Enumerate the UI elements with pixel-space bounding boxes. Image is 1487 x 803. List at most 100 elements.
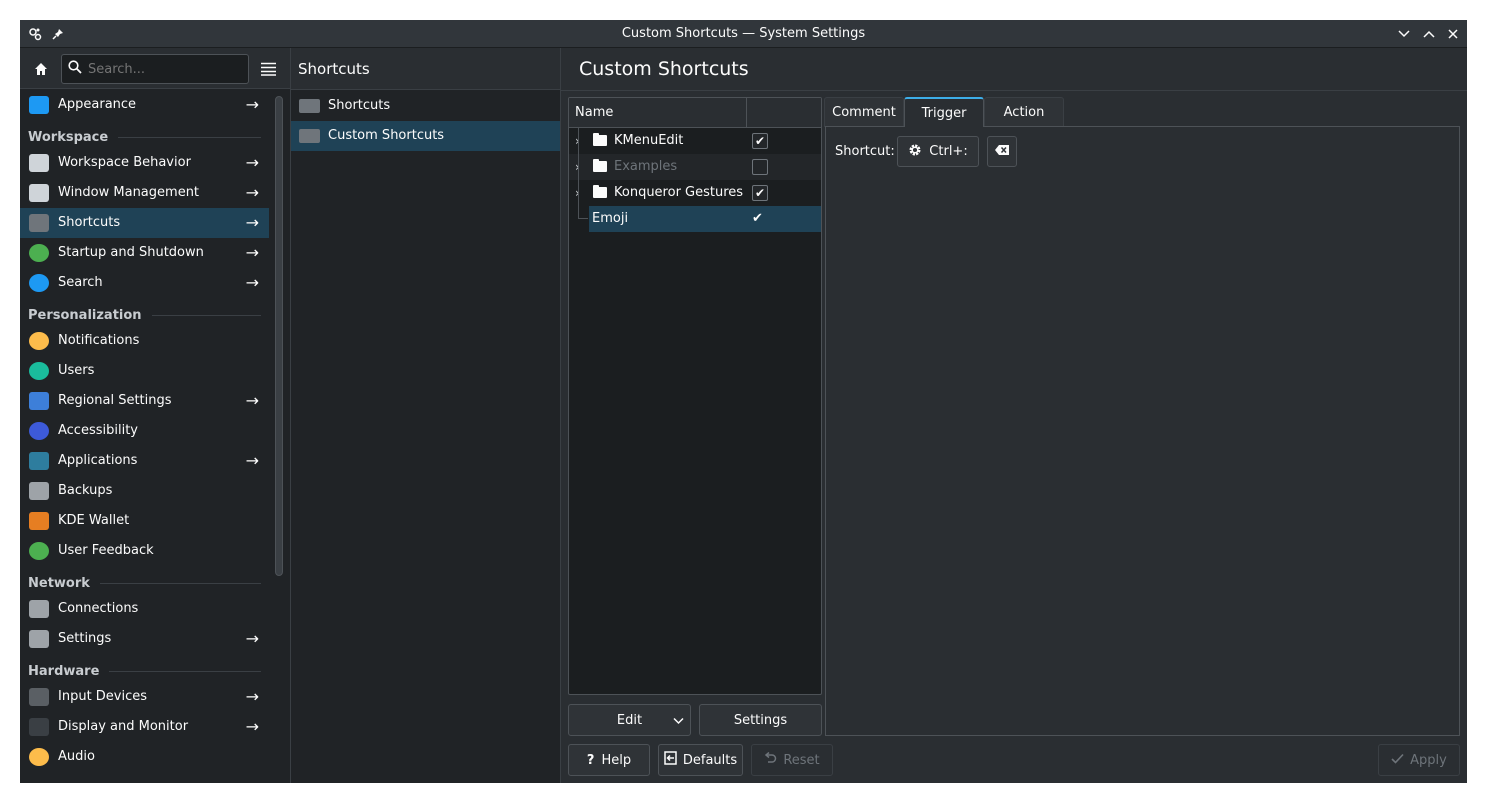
arrow-right-icon: → bbox=[245, 391, 259, 410]
sidebar-item-label: KDE Wallet bbox=[58, 513, 130, 528]
hamburger-menu-icon[interactable] bbox=[258, 59, 278, 79]
gear-icon bbox=[908, 143, 922, 161]
sidebar-item-label: Display and Monitor bbox=[58, 719, 189, 734]
category-divider bbox=[118, 136, 261, 138]
folder-icon bbox=[593, 185, 607, 198]
sidebar-item-label: Startup and Shutdown bbox=[58, 245, 204, 260]
tab-comment[interactable]: Comment bbox=[824, 97, 904, 127]
shortcut-label: Shortcut: bbox=[835, 144, 895, 159]
sidebar-item-appearance[interactable]: Appearance → bbox=[20, 90, 269, 120]
home-icon[interactable] bbox=[31, 59, 51, 79]
sidebar-item-accessibility[interactable]: Accessibility bbox=[20, 416, 269, 446]
sidebar-item-label: Input Devices bbox=[58, 689, 148, 704]
sidebar-item-connections[interactable]: Connections bbox=[20, 594, 269, 624]
category-network: Network bbox=[28, 572, 261, 594]
edit-dropdown-button[interactable]: Edit bbox=[568, 704, 691, 736]
user-icon bbox=[29, 362, 49, 380]
divider bbox=[561, 90, 1467, 91]
arrow-right-icon: → bbox=[245, 451, 259, 470]
sidebar-item-applications[interactable]: Applications → bbox=[20, 446, 269, 476]
search-input[interactable] bbox=[88, 61, 238, 77]
sidebar-item-backups[interactable]: Backups bbox=[20, 476, 269, 506]
window-icon bbox=[29, 184, 49, 202]
sidebar-item-search[interactable]: Search → bbox=[20, 268, 269, 298]
apply-button[interactable]: Apply bbox=[1378, 744, 1460, 776]
settings-button[interactable]: Settings bbox=[699, 704, 822, 736]
language-icon bbox=[29, 392, 49, 410]
sidebar-scrollbar[interactable] bbox=[275, 96, 283, 576]
sidebar-item-notifications[interactable]: Notifications bbox=[20, 326, 269, 356]
feedback-icon bbox=[29, 542, 49, 560]
sidebar-item-label: Window Management bbox=[58, 185, 200, 200]
window-title: Custom Shortcuts — System Settings bbox=[621, 26, 866, 41]
sidebar-item-users[interactable]: Users bbox=[20, 356, 269, 386]
tree-row-examples[interactable]: ›Examples bbox=[569, 154, 821, 180]
undo-icon bbox=[764, 751, 777, 768]
keyboard-icon bbox=[299, 129, 320, 143]
subcategory-item-custom-shortcuts[interactable]: Custom Shortcuts bbox=[291, 121, 561, 151]
shortcut-button[interactable]: Ctrl+: bbox=[897, 136, 979, 167]
rocket-icon bbox=[29, 244, 49, 262]
arrow-right-icon: → bbox=[245, 153, 259, 172]
wallet-icon bbox=[29, 512, 49, 530]
tree-row-konqueror-gestures[interactable]: ›Konqueror Gestures✔ bbox=[569, 180, 821, 206]
tree-row-label: KMenuEdit bbox=[614, 133, 684, 148]
sidebar-item-settings[interactable]: Settings → bbox=[20, 624, 269, 654]
page-title: Custom Shortcuts bbox=[579, 58, 749, 80]
sidebar-item-window-management[interactable]: Window Management → bbox=[20, 178, 269, 208]
tree-row-kmenuedit[interactable]: ›KMenuEdit✔ bbox=[569, 128, 821, 154]
shortcut-value: Ctrl+: bbox=[929, 144, 968, 159]
search-icon bbox=[68, 60, 82, 78]
title-bar[interactable]: Custom Shortcuts — System Settings bbox=[20, 20, 1467, 48]
sidebar-item-kde-wallet[interactable]: KDE Wallet bbox=[20, 506, 269, 536]
sidebar-item-label: Workspace Behavior bbox=[58, 155, 191, 170]
sidebar-item-regional-settings[interactable]: Regional Settings → bbox=[20, 386, 269, 416]
subcategory-item-shortcuts[interactable]: Shortcuts bbox=[291, 91, 561, 121]
reset-button[interactable]: Reset bbox=[751, 744, 833, 776]
sidebar-item-audio[interactable]: Audio bbox=[20, 742, 269, 772]
bell-icon bbox=[29, 332, 49, 350]
tab-action[interactable]: Action bbox=[984, 97, 1064, 127]
help-button[interactable]: ? Help bbox=[568, 744, 650, 776]
defaults-button[interactable]: Defaults bbox=[658, 744, 743, 776]
close-icon[interactable] bbox=[1443, 24, 1463, 44]
sidebar-item-label: Settings bbox=[58, 631, 112, 646]
arrow-right-icon: → bbox=[245, 687, 259, 706]
tree-row-emoji[interactable]: Emoji ✔ bbox=[589, 206, 821, 232]
enabled-checkbox[interactable]: ✔ bbox=[752, 185, 768, 201]
subcategory-item-label: Custom Shortcuts bbox=[328, 128, 445, 143]
sidebar-item-user-feedback[interactable]: User Feedback bbox=[20, 536, 269, 566]
enabled-checkbox[interactable]: ✔ bbox=[752, 133, 768, 149]
tab-trigger[interactable]: Trigger bbox=[904, 97, 984, 127]
sidebar-item-startup-and-shutdown[interactable]: Startup and Shutdown → bbox=[20, 238, 269, 268]
enabled-checkbox[interactable] bbox=[752, 159, 768, 175]
name-column-header[interactable]: Name bbox=[575, 98, 613, 128]
chevron-down-icon bbox=[673, 714, 684, 729]
workspace-icon bbox=[29, 154, 49, 172]
sidebar-item-label: Shortcuts bbox=[58, 215, 121, 230]
search-field[interactable] bbox=[61, 54, 249, 84]
minimize-icon[interactable] bbox=[1394, 24, 1414, 44]
check-icon[interactable]: ✔ bbox=[752, 206, 763, 232]
sidebar-item-input-devices[interactable]: Input Devices → bbox=[20, 682, 269, 712]
appearance-icon bbox=[29, 96, 49, 114]
sidebar-item-shortcuts[interactable]: Shortcuts → bbox=[20, 208, 269, 238]
category-label: Personalization bbox=[28, 307, 142, 323]
help-icon: ? bbox=[586, 752, 595, 768]
check-icon bbox=[1391, 753, 1404, 768]
sidebar-item-display-and-monitor[interactable]: Display and Monitor → bbox=[20, 712, 269, 742]
maximize-icon[interactable] bbox=[1419, 24, 1439, 44]
network-icon bbox=[29, 600, 49, 618]
mouse-icon bbox=[29, 688, 49, 706]
apply-label: Apply bbox=[1410, 752, 1447, 768]
sidebar-item-label: Search bbox=[58, 275, 103, 290]
sidebar-item-label: Regional Settings bbox=[58, 393, 172, 408]
clear-shortcut-button[interactable] bbox=[987, 136, 1017, 167]
arrow-right-icon: → bbox=[245, 213, 259, 232]
network-settings-icon bbox=[29, 630, 49, 648]
main-panel: Custom Shortcuts Name ›KMenuEdit✔›Exampl… bbox=[561, 48, 1467, 783]
keyboard-icon bbox=[299, 99, 320, 113]
defaults-icon bbox=[664, 751, 677, 769]
sidebar-item-workspace-behavior[interactable]: Workspace Behavior → bbox=[20, 148, 269, 178]
shortcut-tree[interactable]: Name ›KMenuEdit✔›Examples›Konqueror Gest… bbox=[568, 97, 822, 695]
